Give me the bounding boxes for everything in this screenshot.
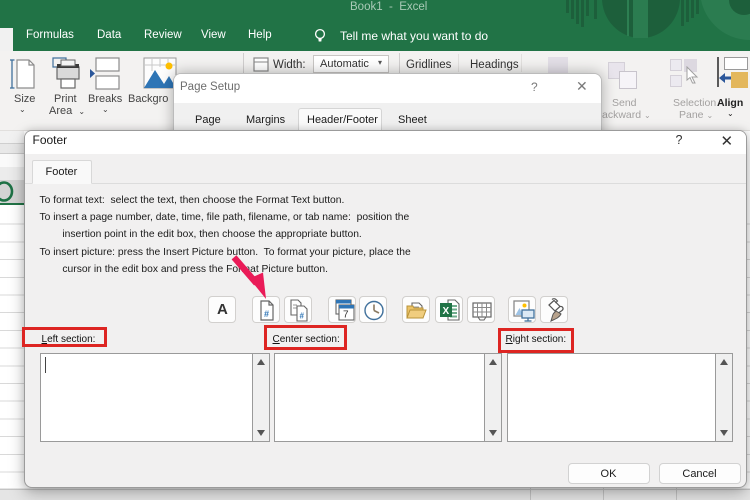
- svg-text:#: #: [264, 309, 269, 319]
- svg-text:7: 7: [343, 309, 349, 320]
- svg-text:#: #: [299, 311, 304, 320]
- svg-text:X: X: [442, 306, 449, 317]
